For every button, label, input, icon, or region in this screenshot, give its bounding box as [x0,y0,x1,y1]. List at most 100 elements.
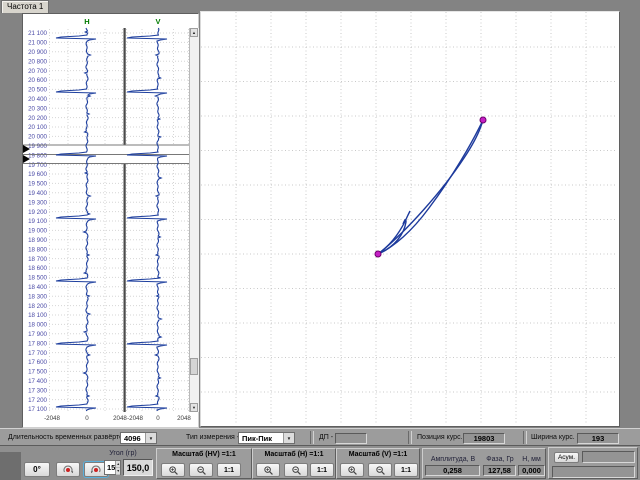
svg-text:19 200: 19 200 [28,209,47,216]
svg-text:20 900: 20 900 [28,49,47,56]
angle-step-spinner[interactable]: 15 ▲ ▼ [104,460,121,475]
svg-text:-2048: -2048 [44,415,60,422]
scrollbar-thumb[interactable] [190,358,198,375]
tab-frequency-1[interactable]: Частота 1 [1,0,49,13]
svg-text:19 900: 19 900 [28,143,47,150]
divider [310,431,314,444]
svg-text:20 200: 20 200 [28,115,47,122]
svg-text:0: 0 [85,415,89,422]
svg-text:18 400: 18 400 [28,284,47,291]
angle-label: Угол (гр) [98,450,148,457]
svg-text:19 600: 19 600 [28,171,47,178]
phase-field: 127,58 [483,465,516,476]
svg-text:19 400: 19 400 [28,190,47,197]
app-window: Частота 1 21 100 21 000 20 900 20 800 20 700… [0,0,640,480]
asym-group: Асум. [548,447,638,479]
svg-text:17 500: 17 500 [28,369,47,376]
magnifier-plus-icon [347,465,358,476]
rotate-cw-icon [62,464,74,476]
svg-text:20 000: 20 000 [28,134,47,141]
svg-text:20 500: 20 500 [28,87,47,94]
amplitude-field: 0,258 [425,465,480,476]
chevron-down-icon[interactable]: ▼ [283,433,294,443]
asym-field-1 [582,451,635,463]
svg-text:21 000: 21 000 [28,40,47,47]
strip-scrollbar[interactable]: ▲ ▼ [189,28,199,412]
divider [523,431,527,444]
zero-angle-button[interactable]: 0° [24,462,50,477]
cursor-width-field[interactable]: 193 [577,433,619,444]
magnifier-minus-icon [291,465,302,476]
svg-text:18 700: 18 700 [28,256,47,263]
xy-plot-panel[interactable] [200,11,620,427]
magnifier-plus-icon [263,465,274,476]
dp-label: ДП - [319,434,333,441]
asym-field-2 [552,466,635,478]
asym-button[interactable]: Асум. [554,452,579,463]
duration-value: 4096 [121,434,145,443]
dp-field[interactable] [335,433,367,444]
zoom-in-v-button[interactable] [340,463,364,477]
zoom-in-h-button[interactable] [256,463,280,477]
svg-text:18 800: 18 800 [28,246,47,253]
divider [408,431,412,444]
svg-text:21 100: 21 100 [28,30,47,37]
svg-text:19 800: 19 800 [28,152,47,159]
spinner-up-icon[interactable]: ▲ [116,461,120,468]
scroll-down-icon[interactable]: ▼ [190,403,198,412]
svg-text:19 700: 19 700 [28,162,47,169]
svg-text:17 600: 17 600 [28,359,47,366]
svg-text:18 900: 18 900 [28,237,47,244]
svg-text:18 500: 18 500 [28,275,47,282]
spinner-down-icon[interactable]: ▼ [116,468,120,475]
toolbar: 0° Угол (гр) 15 ▲ ▼ 150,0 [0,446,640,480]
cursor-position-label: Позиция курс. - [417,434,467,441]
duration-label: Длительность временных развёрток - [8,434,130,441]
svg-text:17 800: 17 800 [28,340,47,347]
duration-combo[interactable]: 4096 ▼ [120,432,157,444]
magnifier-minus-icon [375,465,386,476]
svg-text:18 300: 18 300 [28,293,47,300]
amplitude-label: Амплитуда, В [425,456,481,463]
rotate-cw-button[interactable] [56,462,80,477]
svg-text:17 900: 17 900 [28,331,47,338]
svg-text:17 100: 17 100 [28,406,47,413]
corner-panel [0,452,21,480]
svg-text:18 000: 18 000 [28,322,47,329]
h-mm-field: 0,000 [518,465,545,476]
svg-text:18 600: 18 600 [28,265,47,272]
svg-text:20 700: 20 700 [28,68,47,75]
cursor-bottom-handle-icon[interactable] [23,155,30,163]
scale-h-group: Масштаб (H) =1:1 1:1 [252,448,336,479]
timebase-strip-chart: 21 10021 00020 90020 80020 70020 60020 5… [23,14,198,427]
zoom-out-h-button[interactable] [284,463,308,477]
scroll-up-icon[interactable]: ▲ [190,28,198,37]
svg-text:H: H [84,17,89,26]
scale-hv-1to1-button[interactable]: 1:1 [217,463,241,477]
zoom-out-hv-button[interactable] [189,463,213,477]
chevron-down-icon[interactable]: ▼ [145,433,156,443]
cursor-top-handle-icon[interactable] [23,145,30,153]
svg-text:V: V [155,17,160,26]
xy-plot-chart [201,12,617,424]
svg-text:20 100: 20 100 [28,124,47,131]
svg-text:17 300: 17 300 [28,387,47,394]
measure-type-value: Пик-Пик [239,434,283,443]
scale-h-1to1-button[interactable]: 1:1 [310,463,334,477]
svg-text:20 800: 20 800 [28,58,47,65]
svg-text:19 100: 19 100 [28,218,47,225]
svg-text:17 200: 17 200 [28,397,47,404]
angle-step-value: 15 [105,461,115,474]
scale-hv-title: Масштаб (HV) =1:1 [157,451,251,458]
zoom-out-v-button[interactable] [368,463,392,477]
scale-v-title: Масштаб (V) =1:1 [337,451,419,458]
cursor-position-field[interactable]: 19803 [463,433,505,444]
h-mm-label: Н, мм [518,456,545,463]
svg-text:20 300: 20 300 [28,105,47,112]
measure-type-combo[interactable]: Пик-Пик ▼ [238,432,295,444]
svg-text:2048: 2048 [177,415,191,422]
scale-v-1to1-button[interactable]: 1:1 [394,463,418,477]
readouts-group: Амплитуда, В Фаза, Гр Н, мм 0,258 127,58… [422,448,546,479]
zoom-in-hv-button[interactable] [161,463,185,477]
phase-label: Фаза, Гр [483,456,517,463]
